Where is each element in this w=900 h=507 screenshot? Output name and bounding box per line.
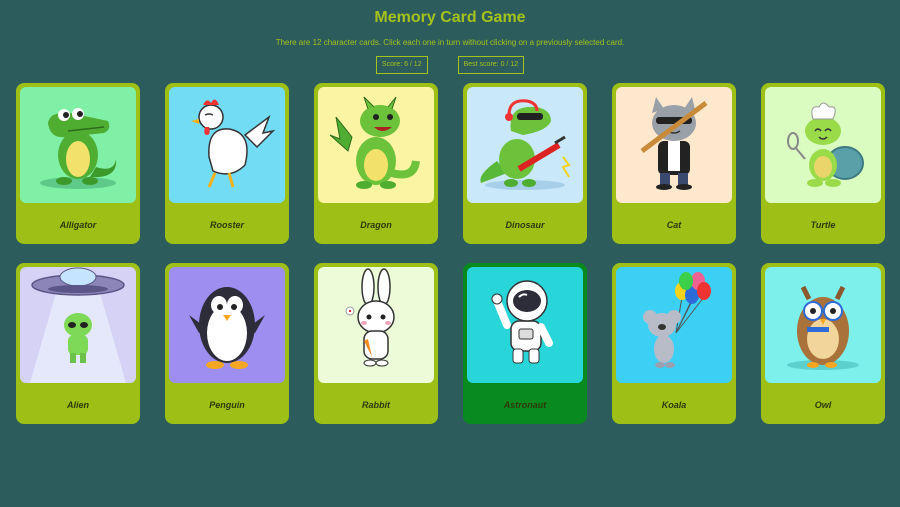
turtle-icon	[765, 87, 881, 203]
card-grid: Alligator Rooster Dragon Dinosaur Cat Tu…	[16, 83, 885, 424]
card-image	[765, 87, 881, 203]
card-astronaut[interactable]: Astronaut	[463, 263, 587, 424]
card-image	[616, 267, 732, 383]
card-label: Alien	[66, 400, 89, 410]
card-image	[318, 267, 434, 383]
page-title: Memory Card Game	[374, 9, 526, 26]
card-rabbit[interactable]: Rabbit	[314, 263, 438, 424]
score-bar: Score: 6 / 12 Best score: 0 / 12	[0, 56, 900, 74]
card-alien[interactable]: Alien	[16, 263, 140, 424]
card-label: Dinosaur	[505, 220, 545, 230]
card-owl[interactable]: Owl	[761, 263, 885, 424]
card-label: Dragon	[360, 220, 392, 230]
card-koala[interactable]: Koala	[612, 263, 736, 424]
card-image	[616, 87, 732, 203]
card-rooster[interactable]: Rooster	[165, 83, 289, 244]
card-turtle[interactable]: Turtle	[761, 83, 885, 244]
card-image	[169, 267, 285, 383]
instructions-text: There are 12 character cards. Click each…	[275, 38, 625, 47]
card-image	[318, 87, 434, 203]
card-label: Turtle	[810, 220, 836, 230]
score-display: Score: 6 / 12	[375, 56, 428, 74]
rooster-icon	[169, 87, 285, 203]
dragon-icon	[318, 87, 434, 203]
owl-icon	[765, 267, 881, 383]
alligator-icon	[20, 87, 136, 203]
card-alligator[interactable]: Alligator	[16, 83, 140, 244]
card-label: Penguin	[209, 400, 245, 410]
alien-icon	[20, 267, 136, 383]
cat-icon	[616, 87, 732, 203]
card-image	[20, 87, 136, 203]
card-image	[467, 267, 583, 383]
card-image	[20, 267, 136, 383]
card-label: Rooster	[209, 220, 244, 230]
card-cat[interactable]: Cat	[612, 83, 736, 244]
card-dragon[interactable]: Dragon	[314, 83, 438, 244]
card-label: Astronaut	[503, 400, 547, 410]
card-image	[765, 267, 881, 383]
card-penguin[interactable]: Penguin	[165, 263, 289, 424]
card-label: Alligator	[59, 220, 97, 230]
card-image	[169, 87, 285, 203]
card-label: Rabbit	[362, 400, 390, 410]
koala-icon	[616, 267, 732, 383]
card-label: Owl	[814, 400, 832, 410]
astronaut-icon	[467, 267, 583, 383]
rabbit-icon	[318, 267, 434, 383]
card-label: Koala	[661, 400, 687, 410]
memory-game-app: Memory Card Game There are 12 character …	[0, 0, 900, 507]
dinosaur-icon	[467, 87, 583, 203]
card-image	[467, 87, 583, 203]
penguin-icon	[169, 267, 285, 383]
card-dinosaur[interactable]: Dinosaur	[463, 83, 587, 244]
card-label: Cat	[666, 220, 682, 230]
best-score-display: Best score: 0 / 12	[457, 56, 525, 74]
